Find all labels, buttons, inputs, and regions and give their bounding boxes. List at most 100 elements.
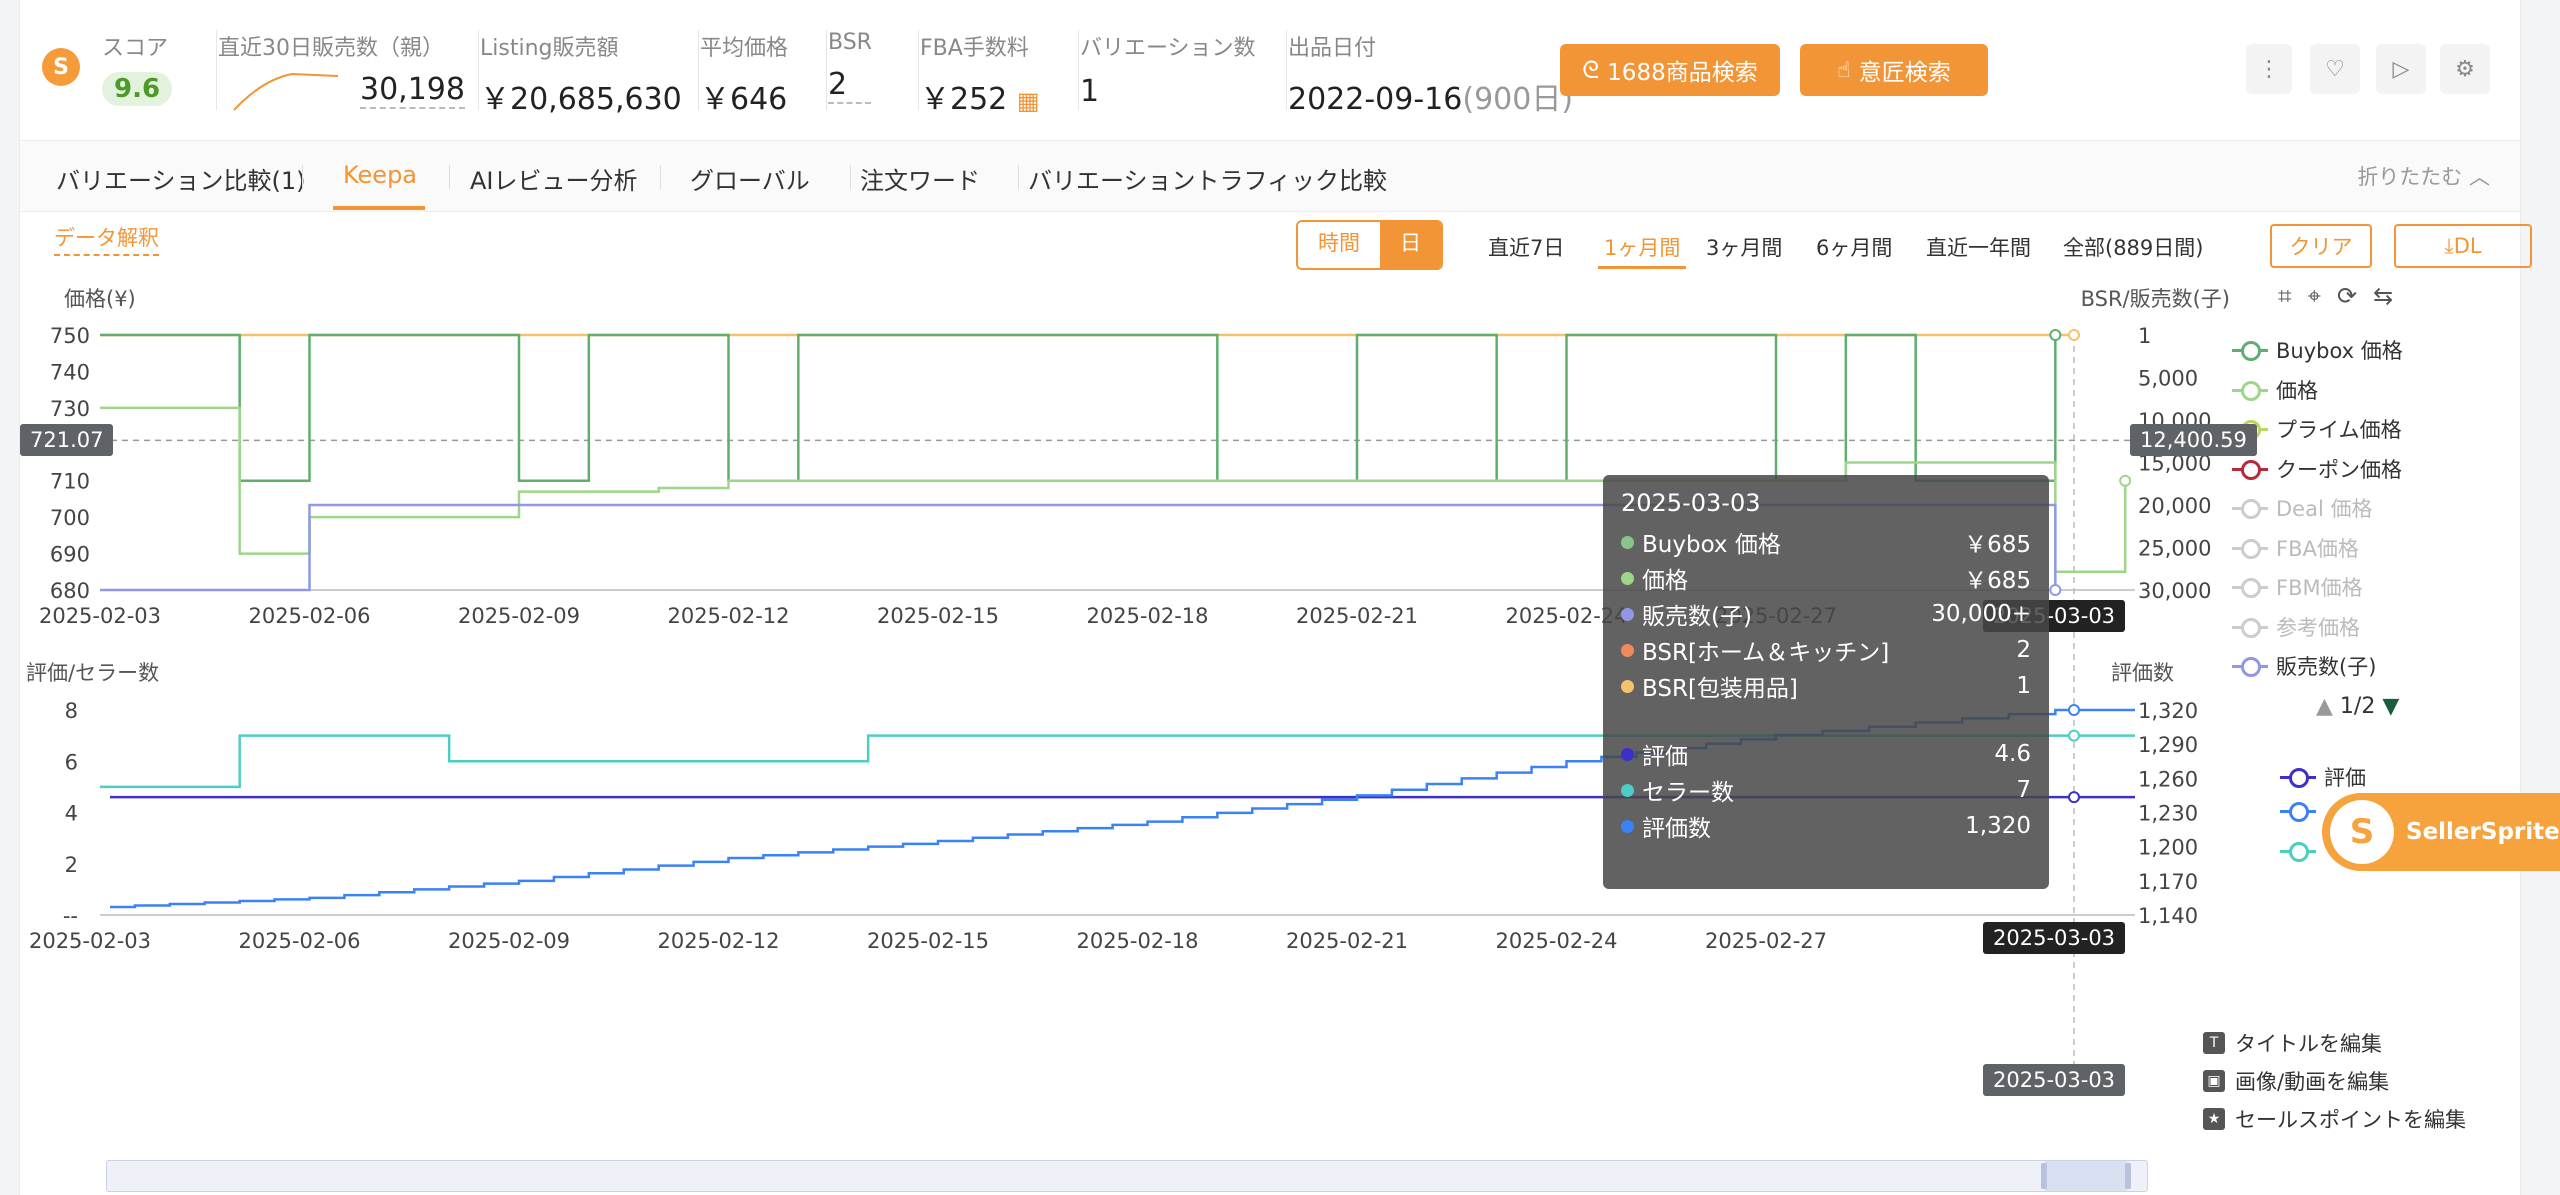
legend-marker-icon (2232, 341, 2268, 361)
legend-item[interactable]: 価格 (2232, 375, 2318, 405)
time-range-slider[interactable] (106, 1160, 2148, 1192)
tooltip-row: 評価数 1,320 (1621, 809, 2031, 843)
slider-handle-right[interactable] (2125, 1163, 2131, 1189)
y-tick-left: 730 (50, 397, 90, 421)
tooltip-row: セラー数 7 (1621, 773, 2031, 807)
x-tick-label: 2025-02-21 (1296, 604, 1418, 628)
x-tick-label: 2025-02-06 (238, 929, 360, 953)
legend-page: 1/2 (2339, 694, 2376, 719)
series-line (100, 333, 2057, 482)
y-tick-right: 30,000 (2138, 579, 2211, 603)
legend-prev-icon[interactable]: ▲ (2316, 694, 2333, 719)
legend-marker-icon (2232, 380, 2268, 401)
x-tick-label: 2025-02-15 (867, 929, 989, 953)
legend-pager: ▲ 1/2 ▼ (2316, 694, 2399, 719)
series-endpoint (2068, 704, 2080, 716)
x-tick-label: 2025-02-27 (1705, 929, 1827, 953)
y-tick-left: 700 (50, 506, 90, 530)
legend-label: Buybox 価格 (2276, 339, 2403, 363)
y-axis-title-left: 評価/セラー数 (26, 661, 159, 685)
crosshair-date-bottom: 2025-03-03 (1983, 922, 2126, 954)
x-tick-label: 2025-02-12 (657, 929, 779, 953)
legend-marker-icon (2232, 617, 2268, 638)
legend-item[interactable]: 販売数(子) (2232, 651, 2376, 681)
y-tick-right: 1 (2138, 324, 2151, 348)
edit-media-action[interactable]: ▣ 画像/動画を編集 (2203, 1066, 2389, 1096)
series-endpoint (2119, 474, 2132, 487)
y-axis-title-right: 評価数 (2111, 661, 2174, 685)
y-tick-left: 2 (65, 853, 78, 877)
tooltip-row: 評価 4.6 (1621, 737, 2031, 771)
product-panel: S スコア 9.6 直近30日販売数（親） 30,198 Listing販売額 … (20, 0, 2532, 1195)
slider-handle-left[interactable] (2041, 1163, 2047, 1189)
x-tick-label: 2025-02-06 (248, 604, 370, 628)
series-endpoint (2049, 329, 2062, 341)
series-endpoint (2068, 729, 2080, 742)
y-tick-left: 6 (65, 750, 78, 774)
legend-label: FBA価格 (2276, 536, 2359, 561)
legend-marker-icon (2232, 538, 2268, 559)
text-icon: T (2203, 1032, 2225, 1054)
legend-label: クーポン価格 (2276, 457, 2402, 482)
y-tick-left: 680 (50, 579, 90, 603)
legend-marker-icon (2232, 657, 2268, 677)
series-endpoint (2068, 791, 2080, 804)
slider-window[interactable] (2045, 1161, 2127, 1191)
sellersprite-floating-button[interactable]: S SellerSprite (2322, 793, 2560, 871)
image-icon: ▣ (2203, 1070, 2225, 1092)
tooltip-row: Buybox 価格 ￥685 (1621, 525, 2031, 559)
legend-label: 価格 (2276, 378, 2318, 403)
y-tick-left: 4 (65, 802, 78, 826)
y-tick-left: 690 (50, 543, 90, 567)
legend-item[interactable]: FBA価格 (2232, 533, 2359, 563)
y-tick-right: 20,000 (2138, 494, 2211, 518)
legend-next-icon[interactable]: ▼ (2382, 694, 2399, 719)
range-slider-date: 2025-03-03 (1983, 1064, 2126, 1096)
y-tick-right: 1,230 (2138, 802, 2198, 826)
y-tick-right: 1,260 (2138, 767, 2198, 791)
lower-legend-count[interactable] (2280, 802, 2316, 822)
y-tick-left: 710 (50, 470, 90, 494)
legend-item[interactable]: Deal 価格 (2232, 493, 2372, 523)
x-tick-label: 2025-02-18 (1076, 929, 1198, 953)
legend-marker-icon (2232, 578, 2268, 598)
y-tick-right: 1,170 (2138, 870, 2198, 894)
legend-item[interactable]: 参考価格 (2232, 612, 2360, 642)
tooltip-date: 2025-03-03 (1621, 489, 1761, 517)
y-tick-right: 5,000 (2138, 367, 2198, 391)
star-icon: ★ (2203, 1108, 2225, 1130)
legend-item[interactable]: Buybox 価格 (2232, 335, 2403, 365)
y-axis-title-right: BSR/販売数(子) (2081, 287, 2230, 311)
legend-label: 販売数(子) (2276, 655, 2377, 679)
y-tick-right: 1,320 (2138, 699, 2198, 723)
x-tick-label: 2025-02-12 (667, 604, 789, 628)
sellersprite-icon: S (2330, 800, 2394, 864)
edit-selling-points-action[interactable]: ★ セールスポイントを編集 (2203, 1104, 2466, 1134)
keepa-charts: 価格(¥)BSR/販売数(子)6806907007107207307407501… (26, 287, 2230, 1080)
x-tick-label: 2025-02-24 (1495, 929, 1617, 953)
crosshair-left-value: 721.07 (20, 424, 114, 456)
legend-marker-icon (2232, 499, 2268, 519)
y-tick-left: 750 (50, 324, 90, 348)
legend-label: FBM価格 (2276, 576, 2363, 600)
lower-legend-rating[interactable]: 評価 (2280, 762, 2366, 792)
tooltip-row: BSR[包装用品] 1 (1621, 669, 2031, 703)
series-endpoint (2068, 329, 2080, 341)
legend-marker-icon (2232, 459, 2268, 480)
y-tick-right: 1,140 (2138, 904, 2198, 928)
y-axis-title-left: 価格(¥) (64, 287, 136, 311)
legend-item[interactable]: FBM価格 (2232, 572, 2363, 602)
tooltip-row: BSR[ホーム＆キッチン] 2 (1621, 633, 2031, 667)
y-tick-left: -- (63, 904, 78, 928)
x-tick-label: 2025-02-21 (1286, 929, 1408, 953)
x-tick-label: 2025-02-03 (29, 929, 151, 953)
edit-title-action[interactable]: T タイトルを編集 (2203, 1028, 2382, 1058)
y-tick-right: 25,000 (2138, 537, 2211, 561)
y-tick-right: 1,200 (2138, 836, 2198, 860)
lower-legend-sellers[interactable] (2280, 842, 2316, 862)
legend-label: 参考価格 (2276, 615, 2360, 640)
y-tick-left: 8 (65, 699, 78, 723)
legend-item[interactable]: クーポン価格 (2232, 454, 2402, 484)
series-endpoint (2049, 584, 2062, 596)
legend-item[interactable]: プライム価格 (2232, 414, 2402, 444)
